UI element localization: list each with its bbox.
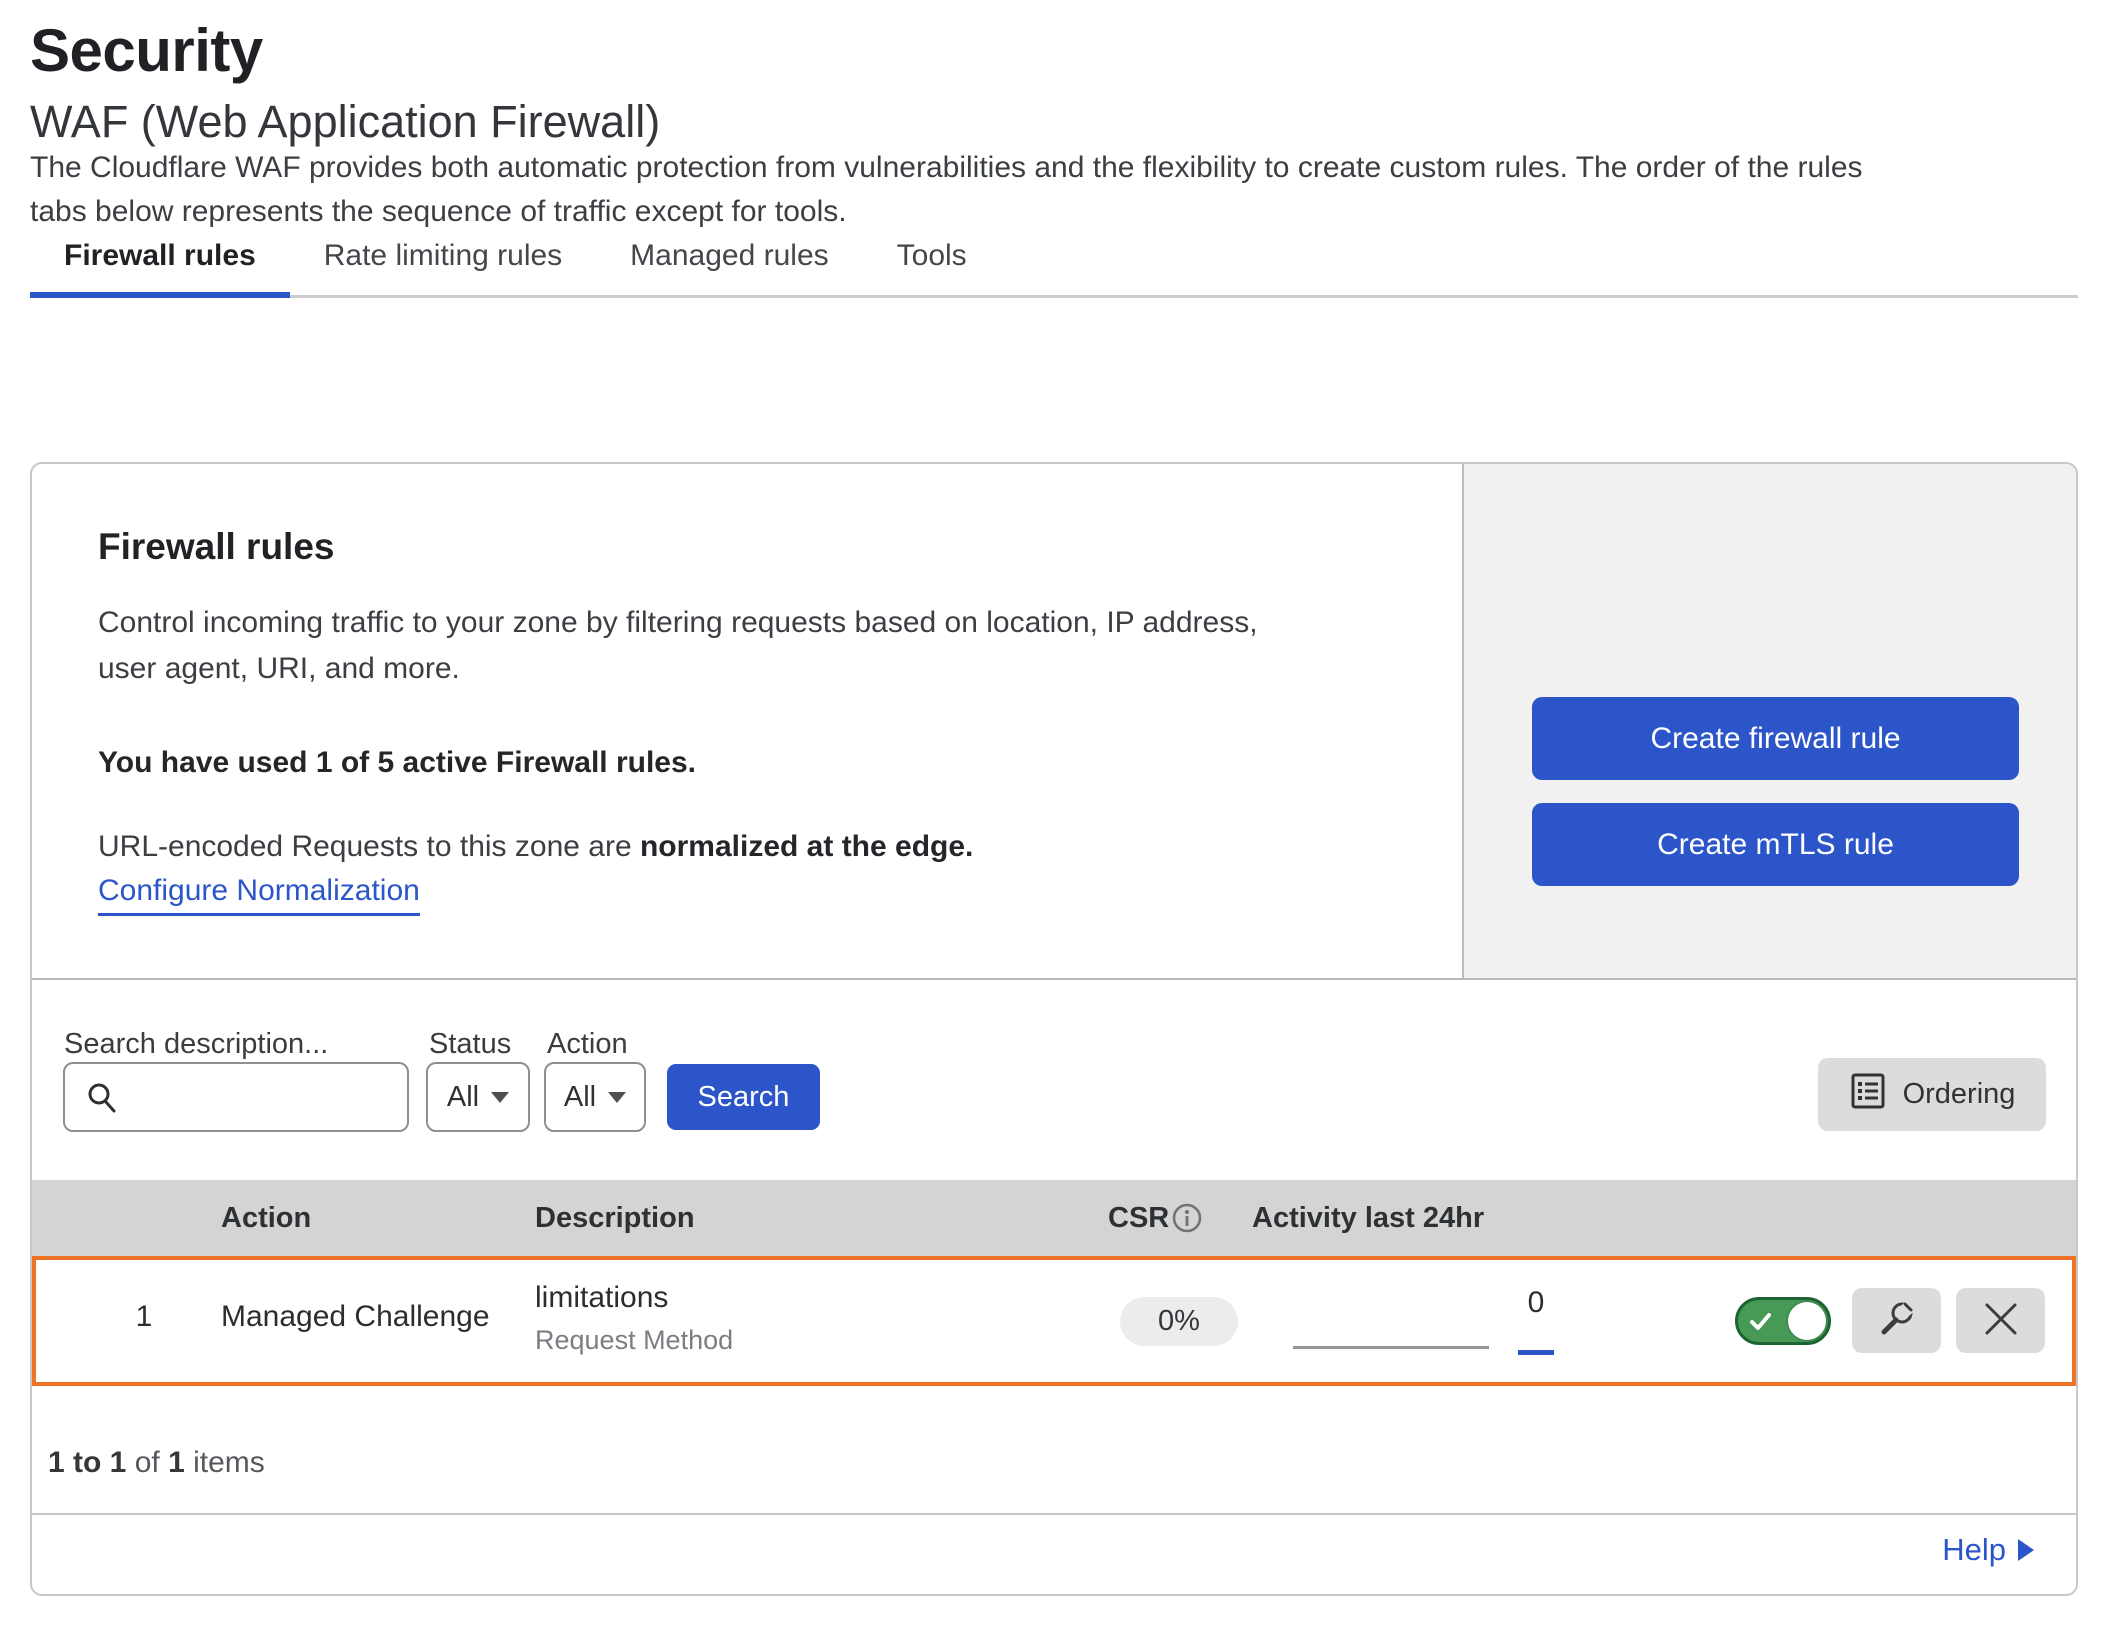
page-intro: The Cloudflare WAF provides both automat…	[30, 146, 1863, 234]
ordering-list-icon	[1849, 1071, 1887, 1119]
edit-rule-button[interactable]	[1852, 1288, 1941, 1353]
chevron-down-icon	[491, 1092, 509, 1103]
column-header-description: Description	[535, 1180, 695, 1256]
tab-tools[interactable]: Tools	[863, 234, 1001, 298]
activity-sparkline	[1293, 1346, 1489, 1349]
usage-summary: You have used 1 of 5 active Firewall rul…	[98, 746, 696, 780]
rule-description: limitations	[535, 1276, 733, 1320]
tab-managed-rules[interactable]: Managed rules	[596, 234, 862, 298]
activity-count-underline	[1518, 1350, 1554, 1355]
activity-count-link[interactable]: 0	[1514, 1286, 1558, 1320]
card-heading: Firewall rules	[98, 526, 335, 568]
search-input[interactable]	[63, 1062, 409, 1132]
footer-divider	[32, 1513, 2076, 1515]
search-button[interactable]: Search	[667, 1064, 820, 1130]
rule-expression: Request Method	[535, 1320, 733, 1360]
help-arrow-icon	[2018, 1539, 2034, 1561]
column-header-activity: Activity last 24hr	[1252, 1180, 1484, 1256]
pagination-total: 1	[168, 1446, 185, 1479]
rule-action: Managed Challenge	[221, 1300, 490, 1334]
page-title: Security	[30, 16, 263, 85]
action-label: Action	[547, 1028, 628, 1061]
create-firewall-rule-button[interactable]: Create firewall rule	[1532, 697, 2019, 780]
status-label: Status	[429, 1028, 511, 1061]
waf-tab-bar: Firewall rules Rate limiting rules Manag…	[30, 234, 2078, 298]
help-label: Help	[1942, 1532, 2006, 1568]
security-waf-page: Security WAF (Web Application Firewall) …	[0, 0, 2114, 1638]
ordering-button[interactable]: Ordering	[1818, 1058, 2046, 1131]
rule-priority: 1	[114, 1300, 174, 1334]
column-header-action: Action	[221, 1180, 311, 1256]
close-icon	[1981, 1299, 2021, 1342]
action-filter-select[interactable]: All	[544, 1062, 646, 1132]
page-intro-line2: tabs below represents the sequence of tr…	[30, 195, 847, 228]
normalization-note: URL-encoded Requests to this zone are no…	[98, 830, 973, 864]
chevron-down-icon	[608, 1092, 626, 1103]
search-label: Search description...	[64, 1028, 328, 1061]
delete-rule-button[interactable]	[1956, 1288, 2045, 1353]
csr-badge: 0%	[1120, 1297, 1238, 1346]
status-filter-select[interactable]: All	[426, 1062, 530, 1132]
table-header-row: Action Description CSR Activity last 24h…	[32, 1180, 2076, 1256]
card-description-line2: user agent, URI, and more.	[98, 652, 460, 685]
tab-rate-limiting-rules[interactable]: Rate limiting rules	[290, 234, 596, 298]
ordering-button-label: Ordering	[1903, 1078, 2016, 1111]
status-filter-value: All	[447, 1081, 479, 1114]
section-divider	[32, 978, 2076, 980]
card-description: Control incoming traffic to your zone by…	[98, 600, 1258, 692]
tab-firewall-rules[interactable]: Firewall rules	[30, 234, 290, 298]
card-description-line1: Control incoming traffic to your zone by…	[98, 606, 1258, 639]
normalization-note-text: URL-encoded Requests to this zone are	[98, 830, 640, 863]
pagination-summary: 1 to 1 of 1 items	[48, 1446, 265, 1480]
rule-description-cell: limitations Request Method	[535, 1276, 733, 1360]
pagination-items: items	[193, 1446, 265, 1479]
toggle-knob	[1788, 1302, 1826, 1340]
pagination-of: of	[135, 1446, 160, 1479]
help-link[interactable]: Help	[1942, 1532, 2034, 1568]
column-header-csr: CSR	[1108, 1180, 1169, 1256]
wrench-icon	[1875, 1297, 1919, 1344]
firewall-rules-panel: Firewall rules Control incoming traffic …	[30, 462, 2078, 1596]
create-mtls-rule-button[interactable]: Create mTLS rule	[1532, 803, 2019, 886]
page-intro-line1: The Cloudflare WAF provides both automat…	[30, 151, 1863, 184]
rule-enabled-toggle[interactable]	[1735, 1297, 1831, 1345]
page-subtitle: WAF (Web Application Firewall)	[30, 96, 660, 148]
normalization-note-bold: normalized at the edge.	[640, 830, 973, 863]
table-row: 1 Managed Challenge limitations Request …	[32, 1256, 2076, 1386]
check-icon	[1748, 1309, 1774, 1340]
action-filter-value: All	[564, 1081, 596, 1114]
configure-normalization-link[interactable]: Configure Normalization	[98, 874, 420, 916]
info-icon[interactable]	[1171, 1202, 1203, 1234]
pagination-range: 1 to 1	[48, 1446, 126, 1479]
